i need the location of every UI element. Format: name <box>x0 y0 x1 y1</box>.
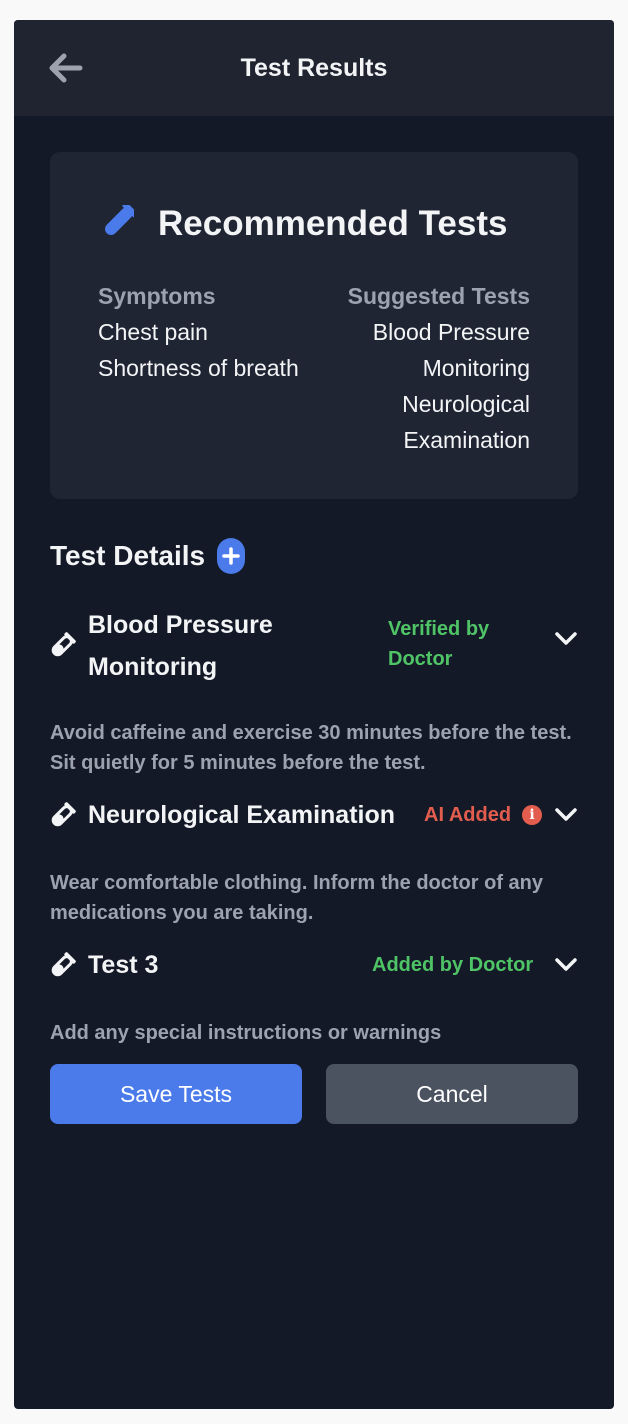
arrow-left-icon <box>49 53 83 83</box>
chevron-down-icon[interactable] <box>554 631 578 647</box>
suggested-test-item: Neurological Examination <box>402 391 530 453</box>
header-bar: Test Results <box>14 20 614 116</box>
page-title: Test Results <box>240 53 388 82</box>
chevron-down-icon[interactable] <box>554 957 578 973</box>
test-tube-icon <box>51 952 76 977</box>
test-instructions: Wear comfortable clothing. Inform the do… <box>50 872 543 924</box>
test-name: Test 3 <box>88 951 159 979</box>
info-icon[interactable]: i <box>522 805 542 825</box>
plus-icon <box>222 547 240 565</box>
symptoms-label: Symptoms <box>98 283 216 309</box>
status-badge: Added by Doctor <box>372 954 534 976</box>
recommended-tests-title: Recommended Tests <box>158 204 508 243</box>
status-badge: Verified by <box>388 618 490 640</box>
recommended-tests-header: Recommended Tests <box>98 204 507 244</box>
symptom-item: Shortness of breath <box>98 355 299 381</box>
test-name: Neurological Examination <box>88 801 396 829</box>
recommended-tests-card: Recommended Tests Symptoms Chest pain Sh… <box>50 152 578 499</box>
add-test-button[interactable] <box>217 538 246 574</box>
test-tube-icon <box>51 802 76 827</box>
test-details-title: Test Details <box>50 540 206 571</box>
suggested-test-item: Blood Pressure Monitoring <box>372 319 530 381</box>
suggested-tests-label: Suggested Tests <box>347 283 530 309</box>
test-name-line2: Monitoring <box>88 653 218 681</box>
symptom-item: Chest pain <box>98 319 208 345</box>
status-badge-line2: Doctor <box>388 648 453 670</box>
suggested-tests-column: Suggested Tests Blood Pressure Monitorin… <box>340 278 530 458</box>
status-badge: AI Added <box>424 804 512 826</box>
save-tests-button[interactable]: Save Tests <box>50 1064 302 1124</box>
test-results-screen: Test Results Recommended Tests Symptoms … <box>14 20 614 1409</box>
test-tube-icon <box>105 205 134 235</box>
test-instructions: Add any special instructions or warnings <box>50 1022 442 1044</box>
cancel-button[interactable]: Cancel <box>326 1064 578 1124</box>
test-instructions: Avoid caffeine and exercise 30 minutes b… <box>50 722 572 774</box>
test-name: Blood Pressure <box>88 611 273 639</box>
symptoms-column: Symptoms Chest pain Shortness of breath <box>98 278 299 386</box>
test-tube-icon <box>51 632 76 657</box>
test-details-header: Test Details <box>50 538 246 574</box>
back-button[interactable] <box>48 50 84 86</box>
chevron-down-icon[interactable] <box>554 807 578 823</box>
